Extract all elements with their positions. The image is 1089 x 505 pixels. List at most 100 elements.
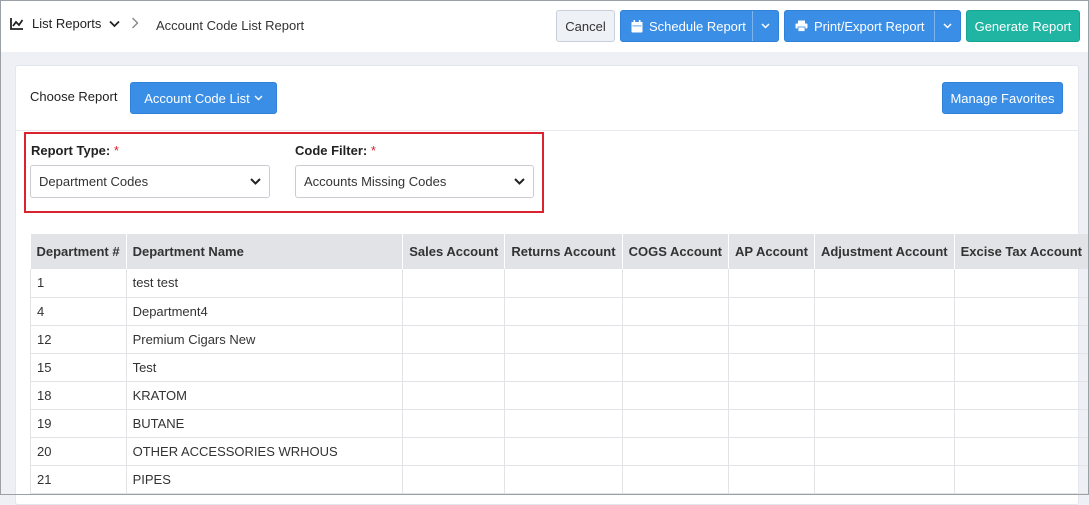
generate-report-button[interactable]: Generate Report: [966, 10, 1080, 42]
divider: [16, 130, 1078, 131]
code-filter-select[interactable]: Accounts Missing Codes: [295, 165, 534, 198]
table-cell: [954, 437, 1089, 466]
chevron-down-icon: [109, 20, 121, 27]
table-cell: [402, 297, 506, 326]
choose-report-label: Choose Report: [30, 89, 118, 104]
cancel-button[interactable]: Cancel: [556, 10, 615, 42]
column-header-ap-account[interactable]: AP Account: [728, 234, 815, 269]
table-cell: [954, 465, 1089, 494]
printer-icon: [795, 20, 808, 32]
table-cell: [622, 465, 730, 494]
table-cell: OTHER ACCESSORIES WRHOUS: [126, 437, 404, 466]
table-cell: [504, 325, 623, 354]
table-cell: test test: [126, 269, 404, 298]
top-bar: List Reports Account Code List Report Ca…: [0, 0, 1089, 52]
table-cell: [954, 409, 1089, 438]
choose-report-dropdown[interactable]: Account Code List: [130, 82, 277, 114]
table-cell: 19: [30, 409, 127, 438]
table-cell: [814, 297, 955, 326]
table-cell: [622, 325, 730, 354]
table-cell: [622, 409, 730, 438]
chevron-down-icon: [254, 95, 263, 101]
table-cell: [402, 465, 506, 494]
required-mark: *: [113, 143, 119, 158]
table-row[interactable]: 19 BUTANE: [30, 409, 1089, 438]
table-cell: [814, 409, 955, 438]
table-row[interactable]: 21 PIPES: [30, 465, 1089, 494]
table-cell: [622, 381, 730, 410]
table-cell: [814, 437, 955, 466]
code-filter-label: Code Filter: *: [295, 143, 376, 158]
table-row[interactable]: 20 OTHER ACCESSORIES WRHOUS: [30, 437, 1089, 466]
column-header-cogs-account[interactable]: COGS Account: [622, 234, 730, 269]
column-header-adjustment-account[interactable]: Adjustment Account: [814, 234, 955, 269]
table-cell: [728, 409, 815, 438]
table-cell: [402, 409, 506, 438]
table-cell: [728, 353, 815, 382]
table-cell: [728, 465, 815, 494]
table-cell: [504, 437, 623, 466]
table-cell: [622, 297, 730, 326]
required-mark: *: [370, 143, 376, 158]
table-row[interactable]: 1 test test: [30, 269, 1089, 298]
table-cell: [728, 325, 815, 354]
report-type-select[interactable]: Department Codes: [30, 165, 270, 198]
table-cell: [814, 353, 955, 382]
table-cell: [504, 353, 623, 382]
table-cell: [728, 437, 815, 466]
table-cell: KRATOM: [126, 381, 404, 410]
manage-favorites-button[interactable]: Manage Favorites: [942, 82, 1063, 114]
list-reports-label: List Reports: [32, 16, 102, 31]
table-header-row: Department # Department Name Sales Accou…: [30, 234, 1089, 269]
table-cell: [504, 269, 623, 298]
table-cell: [814, 381, 955, 410]
table-cell: [504, 297, 623, 326]
chevron-down-icon: [761, 23, 770, 29]
report-type-label: Report Type: *: [31, 143, 119, 158]
table-cell: PIPES: [126, 465, 404, 494]
table-cell: [622, 353, 730, 382]
generate-report-label: Generate Report: [974, 18, 1072, 34]
table-row[interactable]: 18 KRATOM: [30, 381, 1089, 410]
table-cell: 21: [30, 465, 127, 494]
calendar-icon: [631, 19, 643, 32]
schedule-report-button[interactable]: Schedule Report: [620, 10, 779, 42]
table-cell: 18: [30, 381, 127, 410]
column-header-returns-account[interactable]: Returns Account: [504, 234, 623, 269]
table-cell: [814, 465, 955, 494]
list-reports-menu[interactable]: List Reports: [10, 16, 121, 31]
schedule-dropdown-toggle[interactable]: [752, 11, 778, 41]
table-cell: [954, 325, 1089, 354]
table-cell: [402, 353, 506, 382]
account-code-table: Department # Department Name Sales Accou…: [30, 234, 1089, 494]
table-cell: [814, 269, 955, 298]
chevron-down-icon: [514, 178, 525, 185]
table-cell: [504, 381, 623, 410]
table-cell: [954, 269, 1089, 298]
column-header-department-number[interactable]: Department #: [30, 234, 127, 269]
table-cell: [504, 465, 623, 494]
schedule-report-label: Schedule Report: [649, 18, 746, 34]
table-cell: 4: [30, 297, 127, 326]
table-cell: 12: [30, 325, 127, 354]
table-cell: 15: [30, 353, 127, 382]
print-export-dropdown-toggle[interactable]: [934, 11, 960, 41]
print-export-button[interactable]: Print/Export Report: [784, 10, 961, 42]
table-row[interactable]: 4 Department4: [30, 297, 1089, 326]
table-cell: [402, 437, 506, 466]
table-cell: Premium Cigars New: [126, 325, 404, 354]
table-cell: [622, 269, 730, 298]
table-row[interactable]: 12 Premium Cigars New: [30, 325, 1089, 354]
chart-icon: [10, 18, 24, 30]
manage-favorites-label: Manage Favorites: [950, 90, 1055, 106]
table-cell: [954, 353, 1089, 382]
table-cell: [402, 381, 506, 410]
column-header-sales-account[interactable]: Sales Account: [402, 234, 506, 269]
table-cell: [728, 269, 815, 298]
column-header-excise-tax-account[interactable]: Excise Tax Account: [954, 234, 1089, 269]
breadcrumb-separator-icon: [131, 17, 139, 32]
table-row[interactable]: 15 Test: [30, 353, 1089, 382]
column-header-department-name[interactable]: Department Name: [126, 234, 404, 269]
choose-report-value: Account Code List: [144, 90, 250, 106]
table-body: 1 test test 4 Department4 12 Premium Cigars N…: [30, 269, 1089, 494]
